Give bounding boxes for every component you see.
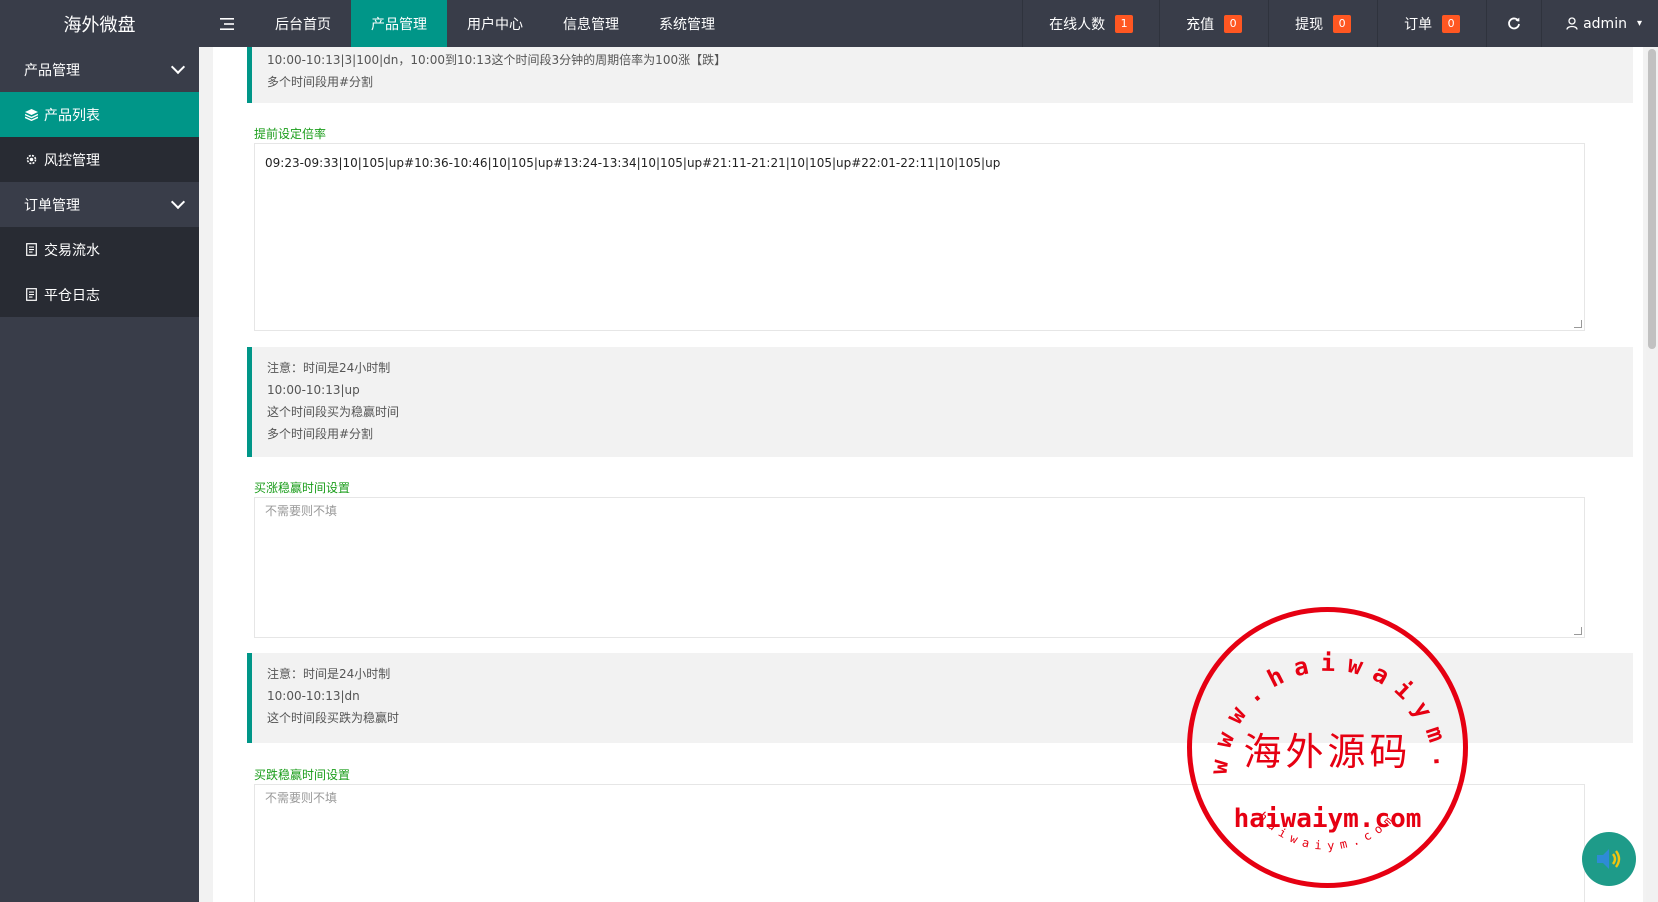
sidebar-item-label: 风控管理 <box>44 152 100 169</box>
tip-line: 多个时间段用#分割 <box>267 75 374 89</box>
orders-label: 订单 <box>1404 16 1433 33</box>
user-icon <box>1566 17 1578 30</box>
buy-up-label: 买涨稳赢时间设置 <box>254 481 351 495</box>
nav-messages[interactable]: 信息管理 <box>543 0 639 47</box>
sidebar-item-transactions[interactable]: 交易流水 <box>0 227 199 272</box>
buy-down-placeholder: 不需要则不填 <box>265 791 338 805</box>
resize-handle[interactable] <box>1574 627 1582 635</box>
recharge[interactable]: 充值 0 <box>1159 0 1268 47</box>
tip-line: 10:00-10:13|up <box>267 383 360 397</box>
online-label: 在线人数 <box>1049 16 1106 33</box>
main-content: 10:00-10:13|3|100|dn，10:00到10:13这个时间段3分钟… <box>213 47 1643 902</box>
buy-down-textarea[interactable]: 不需要则不填 <box>254 784 1585 902</box>
nav-system[interactable]: 系统管理 <box>639 0 735 47</box>
chevron-down-icon <box>170 194 186 209</box>
document-icon <box>24 288 38 302</box>
withdraw-label: 提现 <box>1295 16 1324 33</box>
sidebar-item-close-log[interactable]: 平仓日志 <box>0 272 199 317</box>
sidebar-group-label: 产品管理 <box>24 62 80 79</box>
tip-line: 10:00-10:13|dn <box>267 689 360 703</box>
document-icon <box>24 243 38 257</box>
header-right: 在线人数 1 充值 0 提现 0 订单 0 admin ▾ <box>1022 0 1658 47</box>
menu-fold-icon <box>220 17 234 30</box>
rate-value: 09:23-09:33|10|105|up#10:36-10:46|10|105… <box>265 156 1001 170</box>
speaker-icon <box>1597 849 1621 869</box>
tip-line: 这个时间段买跌为稳赢时 <box>267 711 400 725</box>
gear-icon <box>24 153 38 167</box>
online-badge: 1 <box>1115 14 1134 33</box>
nav-users[interactable]: 用户中心 <box>447 0 543 47</box>
recharge-badge: 0 <box>1224 14 1243 33</box>
user-menu[interactable]: admin ▾ <box>1541 0 1658 47</box>
sidebar-toggle-button[interactable] <box>199 0 255 47</box>
tip-buy-up: 注意：时间是24小时制 10:00-10:13|up 这个时间段买为稳赢时间 多… <box>247 347 1633 457</box>
tip-rate-format: 10:00-10:13|3|100|dn，10:00到10:13这个时间段3分钟… <box>247 47 1633 103</box>
resize-handle[interactable] <box>1574 320 1582 328</box>
user-name: admin <box>1583 15 1627 32</box>
rate-textarea[interactable]: 09:23-09:33|10|105|up#10:36-10:46|10|105… <box>254 143 1585 331</box>
sidebar: 产品管理 产品列表 风控管理 订单管理 交易流水 平仓日志 <box>0 47 199 902</box>
tip-buy-down: 注意：时间是24小时制 10:00-10:13|dn 这个时间段买跌为稳赢时 <box>247 653 1633 743</box>
top-header: 海外微盘 后台首页 产品管理 用户中心 信息管理 系统管理 在线人数 1 充值 … <box>0 0 1658 47</box>
tip-line: 这个时间段买为稳赢时间 <box>267 405 400 419</box>
sidebar-item-label: 交易流水 <box>44 242 100 259</box>
withdraw-badge: 0 <box>1333 14 1352 33</box>
refresh-button[interactable] <box>1486 0 1541 47</box>
scrollbar-thumb[interactable] <box>1648 49 1656 349</box>
chevron-down-icon: ▾ <box>1636 18 1642 29</box>
rate-label: 提前设定倍率 <box>254 127 327 141</box>
orders[interactable]: 订单 0 <box>1377 0 1486 47</box>
layers-icon <box>24 108 38 122</box>
app-logo[interactable]: 海外微盘 <box>0 0 199 47</box>
sidebar-item-label: 平仓日志 <box>44 287 100 304</box>
withdraw[interactable]: 提现 0 <box>1268 0 1377 47</box>
nav-home[interactable]: 后台首页 <box>255 0 351 47</box>
buy-down-label: 买跌稳赢时间设置 <box>254 768 351 782</box>
recharge-label: 充值 <box>1186 16 1215 33</box>
sidebar-item-label: 产品列表 <box>44 107 100 124</box>
sidebar-group-label: 订单管理 <box>24 197 80 214</box>
sidebar-group-orders[interactable]: 订单管理 <box>0 182 199 227</box>
tip-line: 注意：时间是24小时制 <box>267 361 391 375</box>
sidebar-group-products[interactable]: 产品管理 <box>0 47 199 92</box>
sidebar-item-product-list[interactable]: 产品列表 <box>0 92 199 137</box>
scrollbar[interactable] <box>1646 47 1658 902</box>
online-users[interactable]: 在线人数 1 <box>1022 0 1159 47</box>
chevron-down-icon <box>170 59 186 74</box>
floating-speaker-button[interactable] <box>1582 832 1636 886</box>
buy-up-textarea[interactable]: 不需要则不填 <box>254 497 1585 638</box>
sidebar-item-risk-control[interactable]: 风控管理 <box>0 137 199 182</box>
orders-badge: 0 <box>1442 14 1461 33</box>
tip-line: 10:00-10:13|3|100|dn，10:00到10:13这个时间段3分钟… <box>267 53 727 67</box>
tip-line: 注意：时间是24小时制 <box>267 667 391 681</box>
buy-up-placeholder: 不需要则不填 <box>265 504 338 518</box>
refresh-icon <box>1508 17 1520 29</box>
nav-products[interactable]: 产品管理 <box>351 0 447 47</box>
tip-line: 多个时间段用#分割 <box>267 427 374 441</box>
top-nav: 后台首页 产品管理 用户中心 信息管理 系统管理 <box>199 0 735 47</box>
